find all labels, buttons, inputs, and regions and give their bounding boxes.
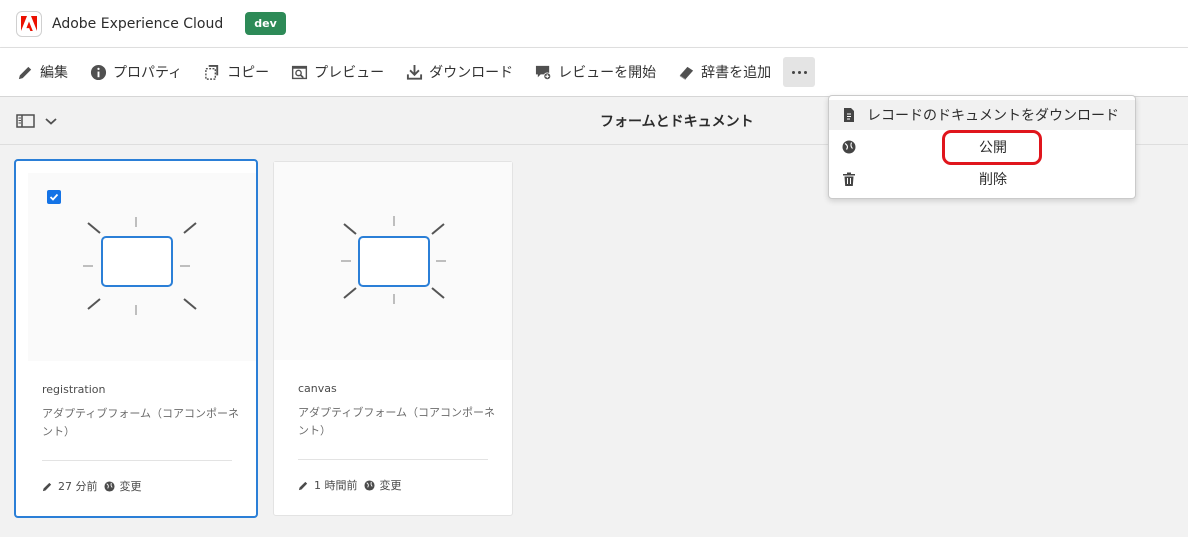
modified-time: 27 分前 [58, 480, 98, 493]
pencil-icon [18, 66, 32, 79]
card-meta: 27 分前 変更 [42, 478, 142, 494]
menu-item-label: 削除 [979, 172, 1007, 188]
more-icon [791, 70, 795, 74]
preview-label: プレビュー [314, 65, 385, 81]
publish-highlight-annotation [942, 130, 1042, 165]
card-meta: 1 時間前 変更 [298, 477, 402, 493]
chevron-down-icon [45, 118, 57, 125]
preview-icon [292, 65, 308, 79]
publish-status: 変更 [119, 480, 142, 493]
properties-label: プロパティ [113, 65, 183, 81]
copy-label: コピー [227, 65, 270, 81]
globe-icon [842, 140, 856, 154]
checkmark-icon [49, 193, 59, 201]
publish-status: 変更 [379, 479, 402, 492]
menu-item-delete[interactable]: 削除 [829, 164, 1135, 194]
properties-button[interactable]: プロパティ [90, 57, 182, 87]
start-review-button[interactable]: レビューを開始 [535, 57, 656, 87]
pencil-icon [298, 481, 308, 490]
action-toolbar: 編集 プロパティ コピー プレビュー ダウンロード レビューを開始 辞書を追加 [0, 48, 1188, 97]
card-description: アダプティブフォーム（コアコンポーネント） [42, 407, 240, 438]
globe-status-icon [363, 479, 375, 491]
add-dictionary-button[interactable]: 辞書を追加 [678, 57, 771, 87]
trash-icon [843, 172, 855, 186]
review-icon [536, 65, 552, 80]
card-description: アダプティブフォーム（コアコンポーネント） [298, 406, 496, 437]
page-title: フォームとドキュメント [600, 114, 754, 130]
card-select-checkbox[interactable] [47, 190, 61, 204]
environment-badge: dev [245, 12, 286, 35]
start-review-label: レビューを開始 [558, 65, 657, 81]
pdf-document-icon [844, 108, 854, 122]
download-button[interactable]: ダウンロード [406, 57, 513, 87]
card-title[interactable]: registration [42, 383, 105, 396]
edit-button[interactable]: 編集 [17, 57, 68, 87]
preview-button[interactable]: プレビュー [291, 57, 384, 87]
dictionary-icon [680, 66, 694, 80]
app-header: Adobe Experience Cloud dev [0, 0, 1188, 48]
download-label: ダウンロード [429, 65, 514, 81]
modified-time: 1 時間前 [314, 479, 358, 492]
download-icon [407, 64, 423, 80]
more-icon-dot [803, 70, 807, 74]
card-divider [298, 459, 488, 460]
copy-icon [205, 64, 219, 80]
side-panel-icon [16, 114, 35, 128]
copy-button[interactable]: コピー [204, 57, 269, 87]
form-placeholder-icon [341, 216, 446, 304]
more-actions-button[interactable] [783, 57, 816, 87]
app-title[interactable]: Adobe Experience Cloud [52, 16, 223, 32]
card-thumbnail [28, 173, 256, 361]
form-placeholder-icon [83, 217, 197, 315]
globe-status-icon [103, 480, 115, 492]
add-dictionary-label: 辞書を追加 [701, 65, 772, 81]
form-card-canvas[interactable]: canvas アダプティブフォーム（コアコンポーネント） 1 時間前 変更 [273, 161, 513, 516]
card-thumbnail [274, 162, 512, 360]
menu-item-download-dor[interactable]: レコードのドキュメントをダウンロード [829, 100, 1135, 130]
info-icon [90, 64, 107, 80]
edit-label: 編集 [40, 65, 68, 81]
rail-toggle-button[interactable] [16, 113, 58, 129]
card-divider [42, 460, 232, 461]
adobe-logo-icon[interactable] [16, 10, 42, 37]
card-title[interactable]: canvas [298, 382, 337, 395]
pencil-icon [42, 482, 52, 491]
form-card-registration[interactable]: registration アダプティブフォーム（コアコンポーネント） 27 分前… [14, 159, 258, 518]
menu-item-label: レコードのドキュメントをダウンロード [867, 108, 1119, 124]
more-icon-dot [797, 70, 801, 74]
